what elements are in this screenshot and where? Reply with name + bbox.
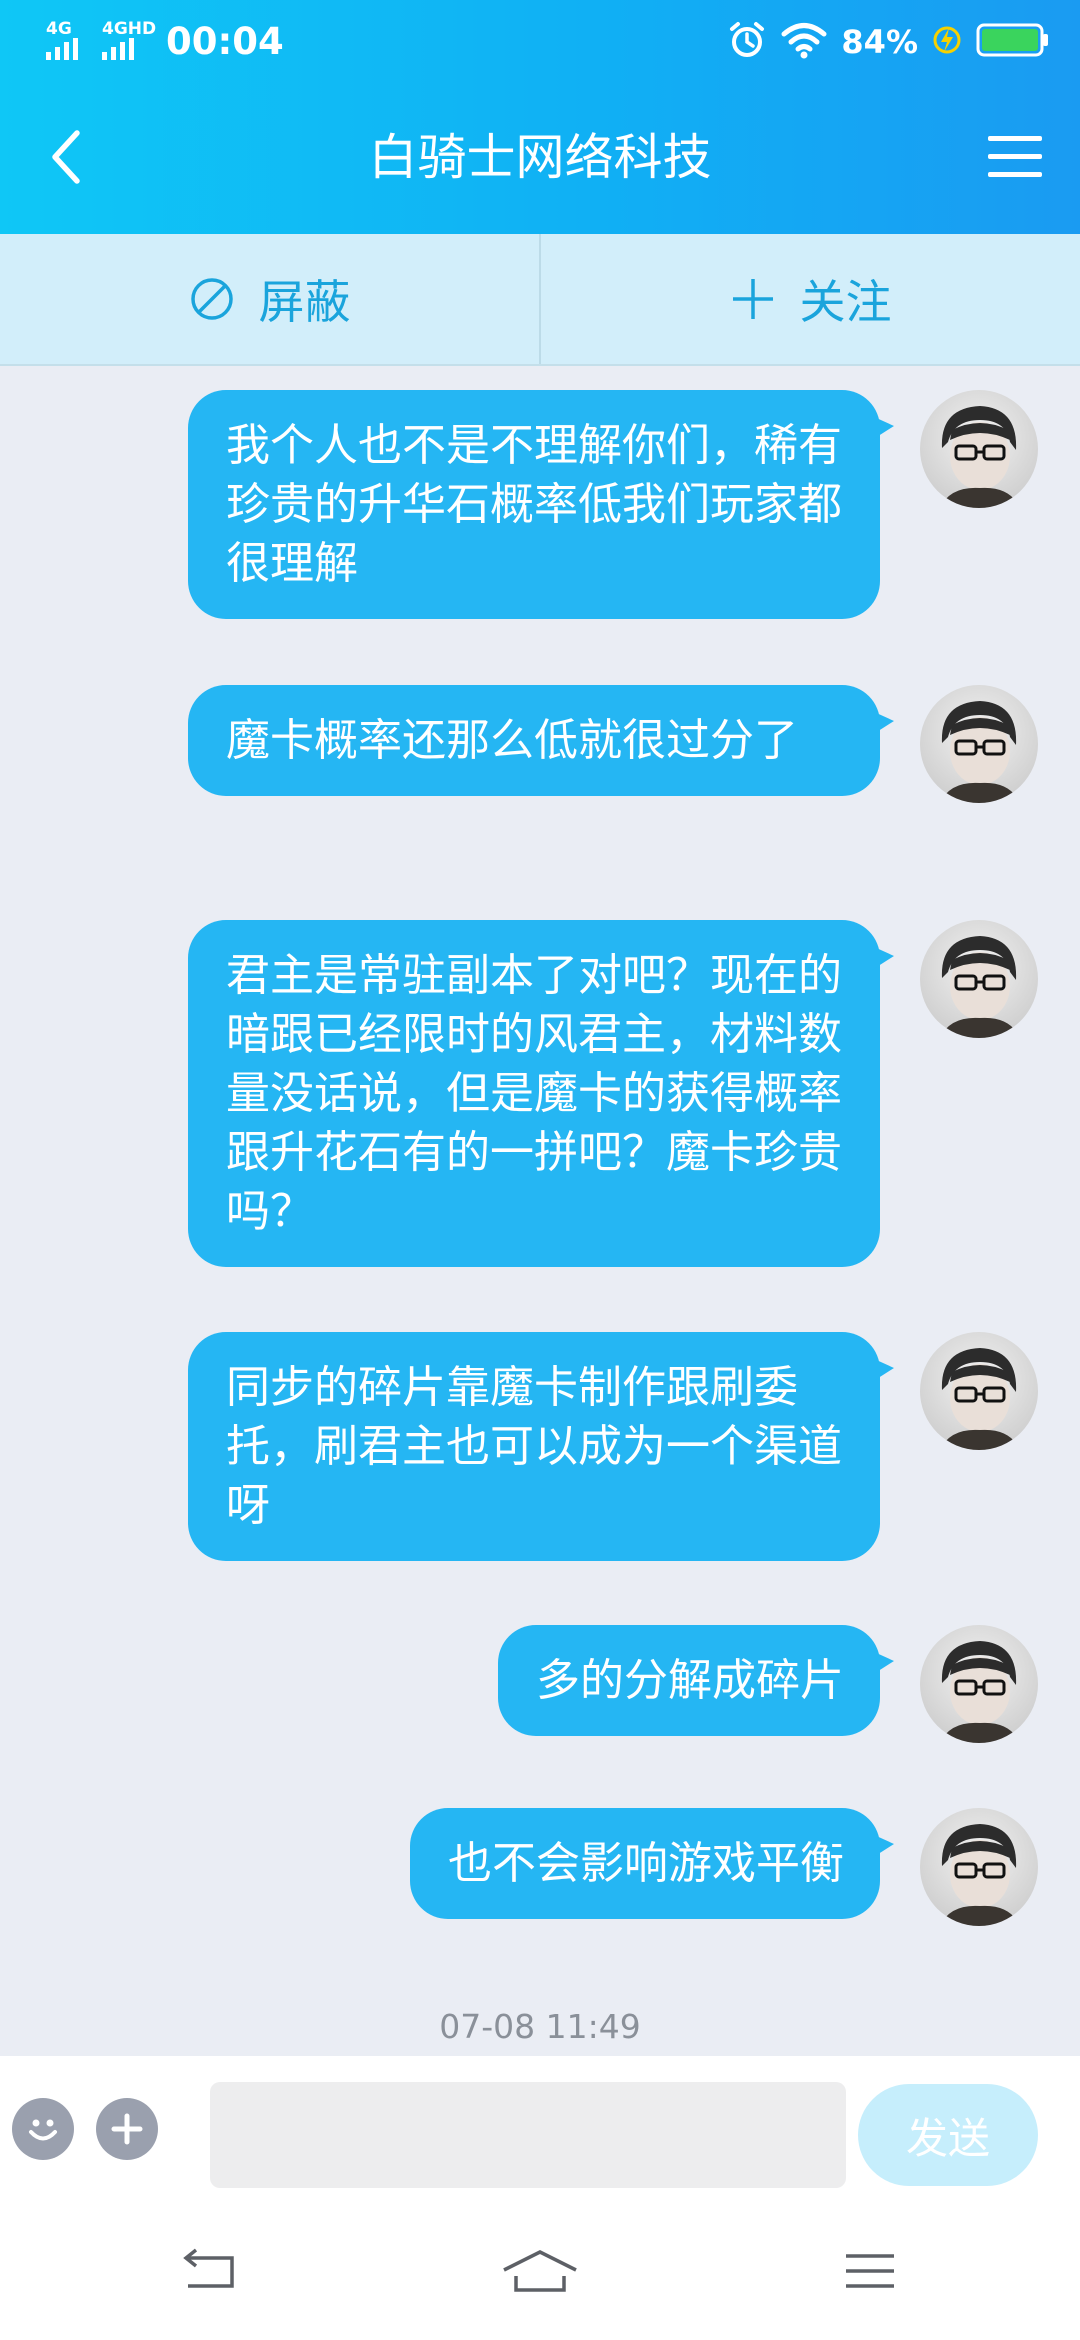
message-bubble[interactable]: 魔卡概率还那么低就很过分了 (188, 685, 894, 796)
message-bubble[interactable]: 我个人也不是不理解你们，稀有珍贵的升华石概率低我们玩家都很理解 (188, 390, 894, 619)
avatar[interactable] (920, 390, 1038, 508)
nav-back-button[interactable] (170, 2236, 250, 2306)
charging-icon (932, 22, 962, 62)
avatar[interactable] (920, 1625, 1038, 1743)
system-nav-bar (0, 2206, 1080, 2340)
signal-icon: 4GHD (102, 20, 156, 60)
avatar[interactable] (920, 1332, 1038, 1450)
page-title: 白骑士网络科技 (368, 129, 712, 186)
signal-icon: 4G (46, 20, 100, 60)
message-timestamp: 07-08 11:49 (439, 2007, 641, 2046)
emoji-button[interactable] (12, 2098, 74, 2160)
home-nav-icon (503, 2250, 577, 2292)
battery-icon (976, 23, 1050, 61)
message-bubble[interactable]: 多的分解成碎片 (498, 1625, 894, 1736)
message-input[interactable] (210, 2082, 846, 2188)
block-button[interactable]: 屏蔽 (0, 234, 539, 364)
chat-area[interactable]: 我个人也不是不理解你们，稀有珍贵的升华石概率低我们玩家都很理解 魔卡概率还那么低… (0, 366, 1080, 2056)
action-bar: 屏蔽 关注 (0, 234, 1080, 366)
status-bar: 4G 4GHD 00:04 84% (0, 0, 1080, 84)
more-button[interactable] (96, 2098, 158, 2160)
input-bar: 发送 (0, 2056, 1080, 2206)
nav-home-button[interactable] (500, 2236, 580, 2306)
wifi-icon (781, 21, 827, 63)
network-type-label: 4GHD (102, 19, 157, 39)
avatar[interactable] (920, 920, 1038, 1038)
nav-recents-button[interactable] (830, 2236, 910, 2306)
avatar[interactable] (920, 685, 1038, 803)
avatar[interactable] (920, 1808, 1038, 1926)
follow-label: 关注 (799, 275, 892, 329)
plus-circle-icon (111, 2113, 143, 2145)
block-icon (189, 276, 235, 322)
battery-percent: 84% (841, 23, 918, 61)
send-button[interactable]: 发送 (858, 2084, 1038, 2186)
title-bar: 白骑士网络科技 (0, 84, 1080, 234)
hamburger-menu-icon (988, 136, 1042, 177)
message-bubble[interactable]: 君主是常驻副本了对吧？现在的暗跟已经限时的风君主，材料数量没话说，但是魔卡的获得… (188, 920, 894, 1267)
follow-button[interactable]: 关注 (541, 234, 1080, 364)
network-type-label: 4G (46, 19, 72, 39)
menu-button[interactable] (980, 122, 1050, 192)
recents-nav-icon (846, 2254, 894, 2288)
header: 4G 4GHD 00:04 84% 白骑士网络科技 (0, 0, 1080, 234)
clock: 00:04 (166, 20, 284, 63)
message-bubble[interactable]: 同步的碎片靠魔卡制作跟刷委托，刷君主也可以成为一个渠道呀 (188, 1332, 894, 1561)
message-bubble[interactable]: 也不会影响游戏平衡 (410, 1808, 894, 1919)
plus-icon (730, 276, 776, 322)
alarm-icon (727, 20, 767, 64)
smiley-icon (29, 2119, 57, 2141)
block-label: 屏蔽 (258, 275, 351, 329)
back-nav-icon (183, 2248, 234, 2288)
